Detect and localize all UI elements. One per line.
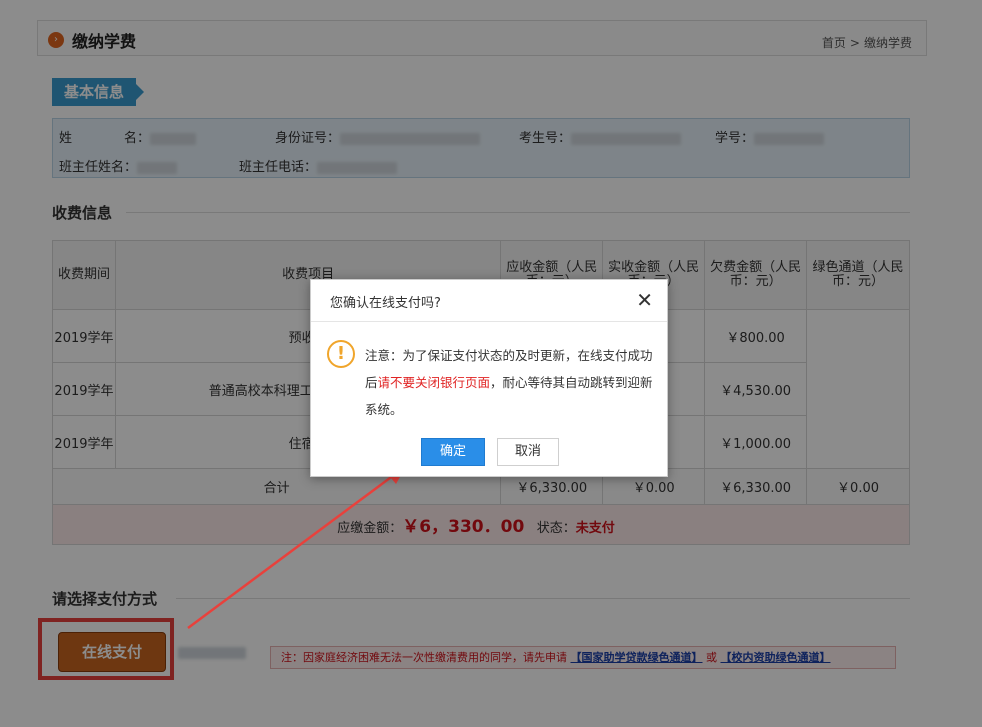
confirm-dialog: 您确认在线支付吗? ✕ ! 注意：为了保证支付状态的及时更新，在线支付成功后请不…	[310, 279, 668, 477]
message-warning: 请不要关闭银行页面	[377, 375, 491, 390]
cancel-button[interactable]: 取消	[497, 438, 559, 466]
confirm-button[interactable]: 确定	[421, 438, 485, 466]
dialog-header: 您确认在线支付吗? ✕	[311, 280, 667, 322]
close-icon[interactable]: ✕	[636, 288, 653, 312]
warning-icon: !	[327, 340, 355, 368]
dialog-title: 您确认在线支付吗?	[330, 296, 441, 311]
dialog-message: 注意：为了保证支付状态的及时更新，在线支付成功后请不要关闭银行页面，耐心等待其自…	[365, 342, 657, 423]
arrow-line	[187, 470, 399, 630]
